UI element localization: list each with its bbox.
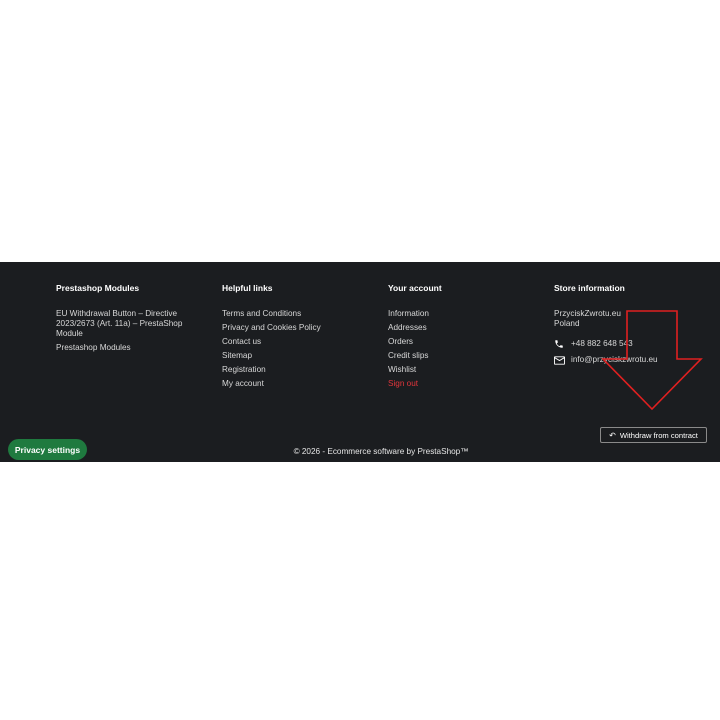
column-title: Your account bbox=[388, 283, 442, 293]
column-title: Prestashop Modules bbox=[56, 283, 140, 293]
footer-link-credit-slips[interactable]: Credit slips bbox=[388, 351, 538, 361]
footer-link-addresses[interactable]: Addresses bbox=[388, 323, 538, 333]
store-email-row[interactable]: info@przyciskzwrotu.eu bbox=[554, 355, 704, 365]
withdraw-from-contract-button[interactable]: ↶ Withdraw from contract bbox=[600, 427, 707, 443]
footer-link-sitemap[interactable]: Sitemap bbox=[222, 351, 372, 361]
column-title: Store information bbox=[554, 283, 625, 293]
footer-column-store-information: Store information PrzyciskZwrotu.eu Pola… bbox=[554, 282, 704, 365]
copyright-text: © 2026 - Ecommerce software by PrestaSho… bbox=[293, 447, 469, 456]
footer-column-helpful-links: Helpful links Terms and Conditions Priva… bbox=[222, 282, 372, 393]
undo-arrow-icon: ↶ bbox=[609, 430, 616, 440]
footer-link-orders[interactable]: Orders bbox=[388, 337, 538, 347]
footer-link-prestashop-modules[interactable]: Prestashop Modules bbox=[56, 343, 206, 353]
store-phone-row[interactable]: +48 882 648 543 bbox=[554, 339, 704, 349]
page: Prestashop Modules EU Withdrawal Button … bbox=[0, 0, 720, 720]
footer-link-information[interactable]: Information bbox=[388, 309, 538, 319]
footer-link-contact[interactable]: Contact us bbox=[222, 337, 372, 347]
footer-link-my-account[interactable]: My account bbox=[222, 379, 372, 389]
withdraw-button-label: Withdraw from contract bbox=[619, 430, 698, 440]
footer-link-eu-withdrawal-module[interactable]: EU Withdrawal Button – Directive 2023/26… bbox=[56, 309, 196, 339]
footer-link-terms[interactable]: Terms and Conditions bbox=[222, 309, 372, 319]
column-title: Helpful links bbox=[222, 283, 273, 293]
store-country: Poland bbox=[554, 319, 580, 328]
footer-link-sign-out[interactable]: Sign out bbox=[388, 379, 538, 389]
footer-column-prestashop-modules: Prestashop Modules EU Withdrawal Button … bbox=[56, 282, 206, 357]
footer-link-registration[interactable]: Registration bbox=[222, 365, 372, 375]
footer-link-wishlist[interactable]: Wishlist bbox=[388, 365, 538, 375]
footer-column-your-account: Your account Information Addresses Order… bbox=[388, 282, 538, 393]
store-phone[interactable]: +48 882 648 543 bbox=[571, 339, 633, 349]
envelope-icon bbox=[554, 355, 566, 365]
footer-link-privacy-policy[interactable]: Privacy and Cookies Policy bbox=[222, 323, 372, 333]
phone-icon bbox=[554, 339, 566, 349]
store-email[interactable]: info@przyciskzwrotu.eu bbox=[571, 355, 658, 365]
store-name: PrzyciskZwrotu.eu bbox=[554, 309, 621, 318]
